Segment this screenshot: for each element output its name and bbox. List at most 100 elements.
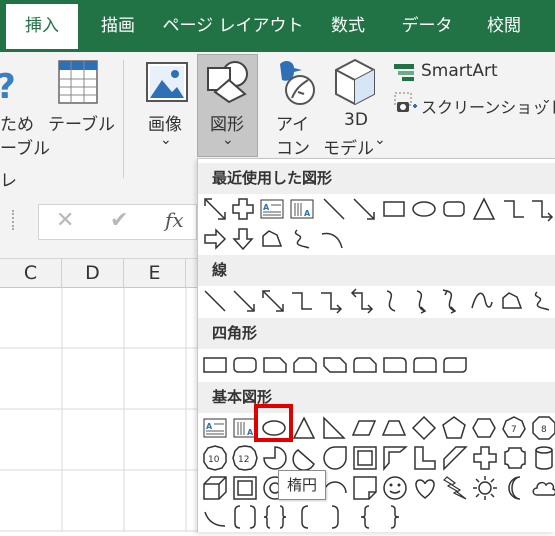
lightning-bolt-shape-icon[interactable] [442, 475, 468, 501]
frame-shape-icon[interactable] [352, 445, 378, 471]
column-header-d[interactable]: D [62, 259, 124, 288]
rectangle-shape-icon[interactable] [202, 352, 228, 378]
snip-diagonal-rectangle-shape-icon[interactable] [322, 352, 348, 378]
rounded-rectangle-shape-icon[interactable] [441, 196, 467, 222]
textbox-shape-icon[interactable]: A [259, 196, 285, 222]
diamond-shape-icon[interactable] [411, 415, 437, 441]
elbow-connector-shape-icon[interactable] [501, 196, 527, 222]
double-bracket-shape-icon[interactable] [232, 504, 258, 530]
decagon-shape-icon[interactable]: 10 [202, 445, 228, 471]
screenshot-button-label[interactable]: スクリーンショット [421, 94, 555, 118]
chord-shape-icon[interactable] [292, 445, 318, 471]
l-shape-icon[interactable] [412, 445, 438, 471]
hexagon-shape-icon[interactable] [471, 415, 497, 441]
oval-shape-icon[interactable] [411, 196, 437, 222]
textbox-shape-icon[interactable]: A [202, 415, 228, 441]
3d-model-chevron-icon[interactable]: ⌄ [374, 132, 386, 148]
elbow-arrow-connector-shape-icon[interactable] [318, 288, 344, 314]
tab-insert[interactable]: 挿入 [6, 4, 78, 52]
plus-shape-icon[interactable] [230, 196, 256, 222]
picture-icon[interactable] [146, 62, 188, 106]
smiley-face-shape-icon[interactable] [382, 475, 408, 501]
icons-label-1[interactable]: アイ [276, 110, 309, 135]
column-header-c[interactable]: C [0, 259, 62, 288]
round-single-corner-rectangle-shape-icon[interactable] [382, 352, 408, 378]
octagon-shape-icon[interactable]: 8 [531, 415, 555, 441]
snip-round-rectangle-shape-icon[interactable] [352, 352, 378, 378]
double-arrow-line-shape-icon[interactable] [260, 288, 286, 314]
diagonal-stripe-shape-icon[interactable] [442, 445, 468, 471]
parallelogram-shape-icon[interactable] [351, 415, 377, 441]
elbow-double-arrow-connector-shape-icon[interactable] [349, 288, 375, 314]
teardrop-shape-icon[interactable] [322, 445, 348, 471]
cube-shape-icon[interactable] [202, 475, 228, 501]
isosceles-triangle-shape-icon[interactable] [291, 415, 317, 441]
smartart-icon[interactable] [392, 62, 416, 86]
down-arrow-shape-icon[interactable] [230, 226, 256, 252]
heptagon-shape-icon[interactable]: 7 [501, 415, 527, 441]
recommended-table-icon[interactable]: ? [0, 64, 16, 108]
arrow-line-shape-icon[interactable] [351, 196, 377, 222]
elbow-arrow-connector-shape-icon[interactable] [529, 196, 555, 222]
left-bracket-shape-icon[interactable] [292, 504, 318, 530]
3d-model-icon[interactable] [334, 58, 376, 110]
tab-data[interactable]: データ [392, 0, 462, 52]
right-triangle-shape-icon[interactable] [321, 415, 347, 441]
freeform-shape-icon[interactable] [259, 226, 285, 252]
trapezoid-shape-icon[interactable] [381, 415, 407, 441]
arrow-line-shape-icon[interactable] [231, 288, 257, 314]
cloud-shape-icon[interactable] [531, 475, 555, 501]
line-arrow-shape-icon[interactable] [202, 196, 228, 222]
dodecagon-shape-icon[interactable]: 12 [232, 445, 258, 471]
right-brace-shape-icon[interactable] [382, 504, 408, 530]
freeform-shape-icon[interactable] [499, 288, 525, 314]
tab-page-layout[interactable]: ページ レイアウト [160, 0, 306, 52]
tab-draw[interactable]: 描画 [88, 0, 148, 52]
worksheet-grid[interactable] [0, 288, 197, 532]
curved-arrow-connector-shape-icon[interactable] [409, 288, 435, 314]
image-chevron-icon[interactable]: ⌄ [160, 132, 172, 148]
partial-circle-shape-icon[interactable] [262, 445, 288, 471]
rounded-rectangle-shape-icon[interactable] [232, 352, 258, 378]
arc-shape-icon[interactable] [319, 226, 345, 252]
tab-review[interactable]: 校閲 [474, 0, 534, 52]
curved-connector-shape-icon[interactable] [379, 288, 405, 314]
shapes-icon[interactable] [205, 60, 251, 108]
arc-shape-icon[interactable] [202, 504, 228, 530]
sun-shape-icon[interactable] [472, 475, 498, 501]
cross-shape-icon[interactable] [472, 445, 498, 471]
scribble-shape-icon[interactable] [289, 226, 315, 252]
can-shape-icon[interactable] [531, 445, 555, 471]
formula-bar-grip[interactable] [12, 210, 16, 230]
table-icon[interactable] [58, 60, 98, 108]
curve-shape-icon[interactable] [469, 288, 495, 314]
round-same-side-rectangle-shape-icon[interactable] [412, 352, 438, 378]
round-diagonal-rectangle-shape-icon[interactable] [442, 352, 468, 378]
tab-formulas[interactable]: 数式 [318, 0, 378, 52]
3d-model-label-1[interactable]: 3D [344, 110, 368, 130]
snip-single-corner-rectangle-shape-icon[interactable] [262, 352, 288, 378]
moon-shape-icon[interactable] [502, 475, 528, 501]
pentagon-shape-icon[interactable] [441, 415, 467, 441]
scribble-shape-icon[interactable] [529, 288, 555, 314]
icons-label-2[interactable]: コン [276, 134, 310, 159]
smartart-button-label[interactable]: SmartArt [421, 61, 498, 81]
3d-model-label-2[interactable]: モデル [323, 134, 374, 159]
icons-icon[interactable] [272, 58, 318, 112]
folded-corner-shape-icon[interactable] [352, 475, 378, 501]
snip-same-side-rectangle-shape-icon[interactable] [292, 352, 318, 378]
right-bracket-shape-icon[interactable] [322, 504, 348, 530]
right-arrow-shape-icon[interactable] [202, 226, 228, 252]
table-button-label[interactable]: テーブル [48, 110, 115, 135]
screenshot-icon[interactable] [394, 92, 418, 118]
heart-shape-icon[interactable] [412, 475, 438, 501]
enter-check-icon[interactable]: ✔ [110, 208, 128, 233]
shapes-chevron-icon[interactable]: ⌄ [222, 132, 234, 148]
plaque-shape-icon[interactable] [502, 445, 528, 471]
left-brace-shape-icon[interactable] [352, 504, 378, 530]
bevel-shape-icon[interactable] [232, 475, 258, 501]
column-header-e[interactable]: E [124, 259, 186, 288]
line-shape-icon[interactable] [202, 288, 228, 314]
triangle-shape-icon[interactable] [471, 196, 497, 222]
screenshot-chevron-icon[interactable]: ⌄ [541, 92, 552, 107]
